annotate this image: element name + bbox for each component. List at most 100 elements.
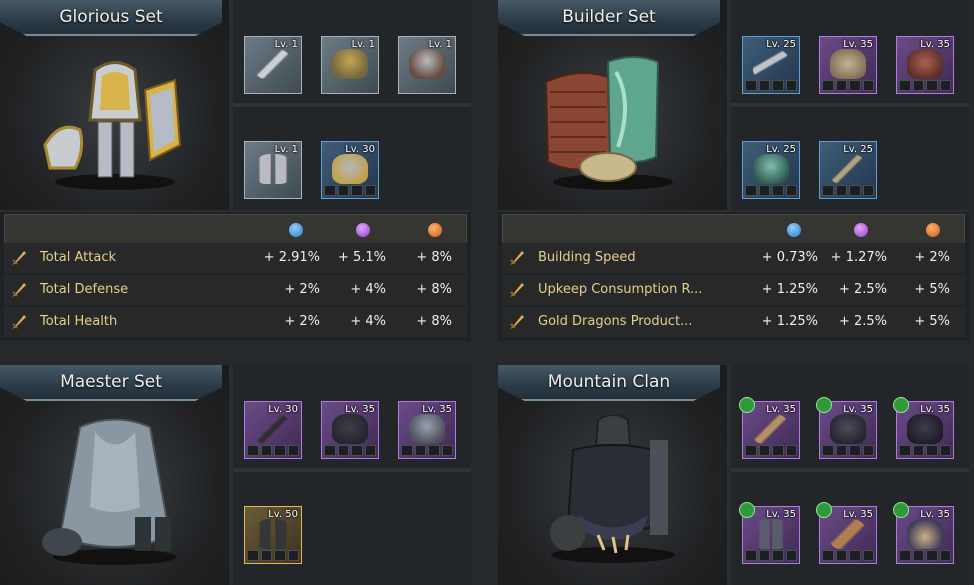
- gem-sockets: [822, 445, 874, 456]
- clan-emblem-icon: [739, 502, 755, 518]
- chest-armor-icon: [409, 49, 445, 79]
- equipment-slot[interactable]: Lv. 25: [742, 141, 800, 199]
- set-title-tab: Builder Set: [498, 0, 720, 36]
- bonus-value-orange: + 5%: [914, 314, 950, 329]
- equipment-slot[interactable]: Lv. 35: [739, 397, 800, 459]
- bonus-value-blue: + 2%: [284, 282, 320, 297]
- bonus-value-orange: + 2%: [914, 250, 950, 265]
- bonus-name: Total Health: [40, 314, 118, 329]
- slot-row-divider: [731, 468, 969, 472]
- gem-sockets: [401, 445, 453, 456]
- gem-sockets: [745, 550, 797, 561]
- item-level: Lv. 35: [766, 404, 796, 415]
- equipment-slots: Lv. 25 Lv. 35 Lv. 35 Lv. 25 Lv. 25: [731, 0, 969, 210]
- clan-emblem-icon: [816, 397, 832, 413]
- equipment-slot[interactable]: Lv. 1: [244, 141, 302, 199]
- set-title-tab: Glorious Set: [0, 0, 222, 36]
- sword-icon: [12, 251, 26, 265]
- bonus-value-purple: + 5.1%: [337, 250, 386, 265]
- equipment-slot[interactable]: Lv. 35: [819, 36, 877, 94]
- bonus-name: Total Defense: [40, 282, 129, 297]
- claw-necklace-icon: [907, 519, 943, 549]
- gem-sockets: [745, 80, 797, 91]
- gem-sockets: [822, 185, 874, 196]
- equipment-slot[interactable]: Lv. 35: [893, 397, 954, 459]
- equipment-slot[interactable]: Lv. 35: [896, 36, 954, 94]
- greaves-icon: [255, 154, 291, 184]
- equipment-slot[interactable]: Lv. 30: [321, 141, 379, 199]
- slot-row-divider: [233, 103, 471, 107]
- purple-tier-icon: [356, 223, 370, 237]
- bonus-row: Total Attack + 2.91% + 5.1% + 8%: [4, 243, 467, 273]
- gem-sockets: [247, 550, 299, 561]
- item-level: Lv. 25: [766, 144, 796, 155]
- item-level: Lv. 35: [920, 39, 950, 50]
- equipment-slots: Lv. 35 Lv. 35 Lv. 35 Lv. 35 Lv. 35 Lv. 3…: [731, 365, 969, 585]
- bonus-tier-header: [502, 214, 965, 244]
- sword-icon: [12, 283, 26, 297]
- robe-icon: [409, 414, 445, 444]
- set-title-tab: Mountain Clan: [498, 365, 720, 401]
- gem-sockets: [899, 80, 951, 91]
- item-level: Lv. 1: [274, 39, 298, 50]
- equipment-slot[interactable]: Lv. 50: [244, 506, 302, 564]
- orange-tier-icon: [428, 223, 442, 237]
- equipment-slot[interactable]: Lv. 1: [244, 36, 302, 94]
- bonus-value-purple: + 2.5%: [838, 314, 887, 329]
- bonus-value-purple: + 2.5%: [838, 282, 887, 297]
- quill-icon: [255, 414, 291, 444]
- item-level: Lv. 1: [351, 39, 375, 50]
- bonus-value-purple: + 4%: [350, 314, 386, 329]
- equipment-slot[interactable]: Lv. 35: [816, 397, 877, 459]
- item-level: Lv. 35: [843, 509, 873, 520]
- hood-icon: [332, 414, 368, 444]
- gem-sockets: [822, 80, 874, 91]
- equipment-slot[interactable]: Lv. 35: [893, 502, 954, 564]
- set-bonus-table: Building Speed + 0.73% + 1.27% + 2% Upke…: [498, 212, 969, 341]
- pickaxe-icon: [753, 49, 789, 79]
- fur-armor-icon: [907, 414, 943, 444]
- equipment-slot[interactable]: Lv. 25: [742, 36, 800, 94]
- bonus-name: Gold Dragons Product...: [538, 314, 693, 329]
- set-title: Mountain Clan: [547, 372, 671, 392]
- blue-tier-icon: [289, 223, 303, 237]
- set-bonus-table: Total Attack + 2.91% + 5.1% + 8% Total D…: [0, 212, 471, 341]
- bonus-value-orange: + 5%: [914, 282, 950, 297]
- builder-gear-icon: [544, 56, 673, 190]
- equipment-slot[interactable]: Lv. 35: [398, 401, 456, 459]
- knight-armor-icon: [43, 61, 182, 190]
- equipment-slot[interactable]: Lv. 1: [398, 36, 456, 94]
- equipment-slot[interactable]: Lv. 25: [819, 141, 877, 199]
- bonus-row: Total Health + 2% + 4% + 8%: [4, 307, 467, 337]
- bonus-value-blue: + 1.25%: [761, 314, 818, 329]
- bonus-name: Upkeep Consumption R...: [538, 282, 703, 297]
- bonus-value-purple: + 1.27%: [830, 250, 887, 265]
- leggings-icon: [753, 519, 789, 549]
- mountain-clan-armor-icon: [550, 415, 675, 563]
- item-level: Lv. 50: [268, 509, 298, 520]
- maester-robe-icon: [42, 418, 177, 565]
- gem-sockets: [745, 185, 797, 196]
- bonus-value-orange: + 8%: [416, 282, 452, 297]
- hammer-icon: [830, 154, 866, 184]
- equipment-slot[interactable]: Lv. 35: [816, 502, 877, 564]
- equipment-slot[interactable]: Lv. 1: [321, 36, 379, 94]
- bonus-value-purple: + 4%: [350, 282, 386, 297]
- equipment-slot[interactable]: Lv. 30: [244, 401, 302, 459]
- set-title: Builder Set: [562, 7, 656, 27]
- slot-row-divider: [233, 468, 471, 472]
- sword-icon: [255, 49, 291, 79]
- bonus-value-orange: + 8%: [416, 314, 452, 329]
- shield-icon: [332, 154, 368, 184]
- equipment-slot[interactable]: Lv. 35: [321, 401, 379, 459]
- bonus-row: Building Speed + 0.73% + 1.27% + 2%: [502, 243, 965, 273]
- orange-tier-icon: [926, 223, 940, 237]
- equipment-slots: Lv. 1 Lv. 1 Lv. 1 Lv. 1 Lv. 30: [233, 0, 471, 210]
- bonus-tier-header: [4, 214, 467, 244]
- bonus-value-blue: + 2%: [284, 314, 320, 329]
- bonus-row: Gold Dragons Product... + 1.25% + 2.5% +…: [502, 307, 965, 337]
- item-level: Lv. 25: [843, 144, 873, 155]
- clan-emblem-icon: [893, 502, 909, 518]
- equipment-slot[interactable]: Lv. 35: [739, 502, 800, 564]
- gem-sockets: [899, 550, 951, 561]
